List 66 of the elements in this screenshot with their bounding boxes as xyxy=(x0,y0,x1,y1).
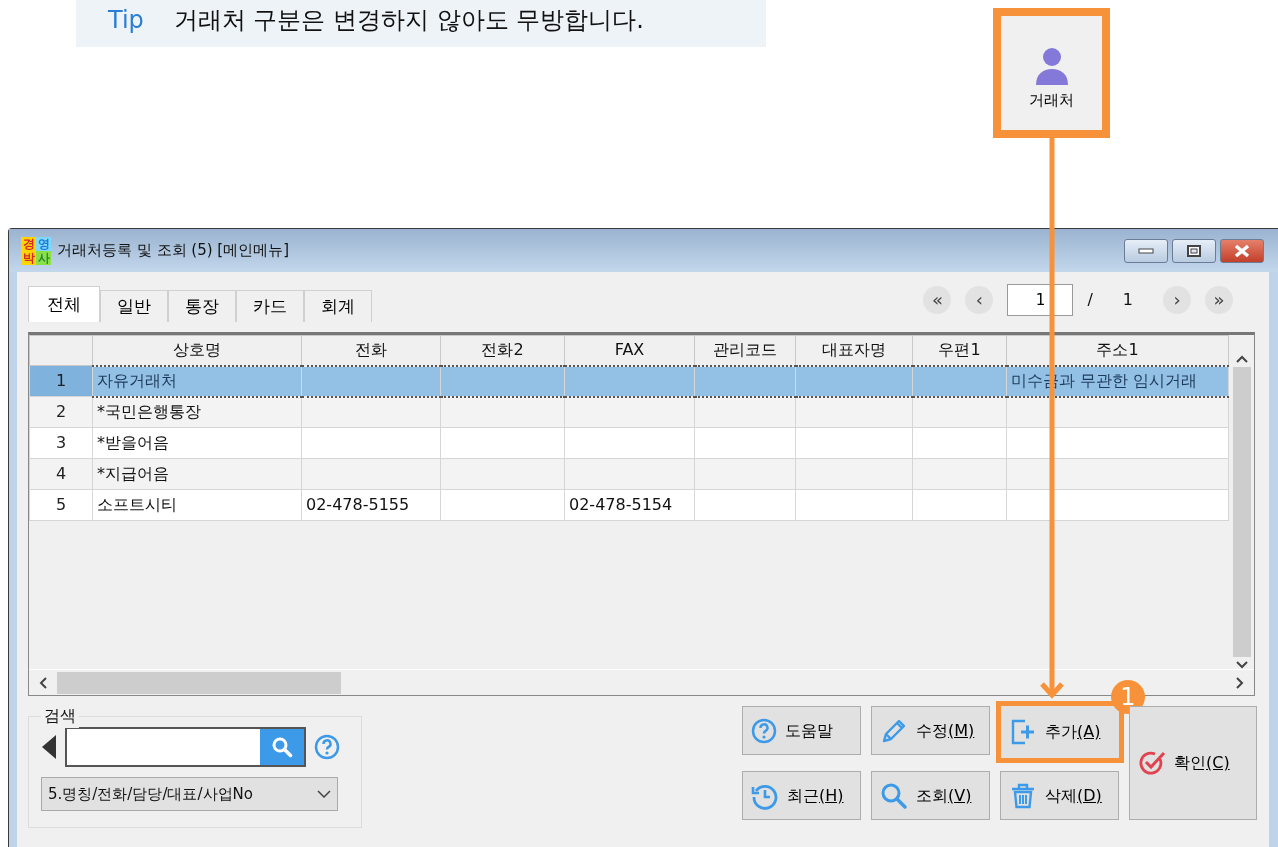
table-cell: *받을어음 xyxy=(97,433,169,452)
table-cell: *지급어음 xyxy=(97,464,169,483)
add-button[interactable]: 추가(A) xyxy=(996,701,1124,763)
tab[interactable]: 전체 xyxy=(28,286,100,322)
first-page-button[interactable]: « xyxy=(923,286,952,314)
page-number-field[interactable]: 1 xyxy=(1007,284,1074,316)
minimize-button[interactable] xyxy=(1124,238,1168,263)
scroll-down-icon[interactable] xyxy=(1235,661,1248,669)
edit-button[interactable]: 수정(M) xyxy=(871,706,990,755)
last-page-button[interactable]: » xyxy=(1205,286,1233,314)
help-icon xyxy=(751,717,777,744)
help-icon[interactable] xyxy=(314,734,340,760)
scroll-left-icon[interactable] xyxy=(39,676,47,689)
maximize-icon xyxy=(1187,244,1201,257)
row-number: 2 xyxy=(29,396,93,428)
column-header[interactable]: 우편1 xyxy=(912,335,1007,366)
delete-button[interactable]: 삭제(D) xyxy=(1000,771,1119,820)
search-icon xyxy=(880,781,908,810)
scroll-up-icon[interactable] xyxy=(1235,355,1248,363)
tab[interactable]: 카드 xyxy=(236,290,304,322)
minimize-icon xyxy=(1138,246,1154,255)
search-icon xyxy=(271,736,293,758)
tab[interactable]: 일반 xyxy=(100,290,168,322)
row-number: 5 xyxy=(29,489,93,521)
maximize-button[interactable] xyxy=(1172,238,1216,263)
trash-icon xyxy=(1009,781,1037,810)
chevron-down-icon xyxy=(317,790,331,798)
person-icon xyxy=(1034,47,1069,86)
tip-label: Tip xyxy=(108,6,144,34)
column-header[interactable]: FAX xyxy=(564,335,695,366)
next-page-button[interactable]: › xyxy=(1163,286,1191,314)
row-number: 3 xyxy=(29,427,93,459)
row-number: 4 xyxy=(29,458,93,490)
table-cell: 02-478-5154 xyxy=(569,495,673,514)
search-mode-dropdown[interactable]: 5.명칭/전화/담당/대표/사업No xyxy=(41,777,338,811)
tab[interactable]: 통장 xyxy=(168,290,236,322)
page-total: 1 xyxy=(1122,289,1133,311)
column-header[interactable]: 주소1 xyxy=(1006,335,1229,366)
check-circle-icon xyxy=(1138,749,1166,777)
help-button[interactable]: 도움말 xyxy=(742,706,861,755)
table-cell: 자유거래처 xyxy=(97,371,177,390)
confirm-button[interactable]: 확인(C) xyxy=(1129,706,1257,820)
window-title: 거래처등록 및 조회 (5) [메인메뉴] xyxy=(57,240,290,262)
search-button[interactable] xyxy=(260,729,304,765)
column-header[interactable]: 관리코드 xyxy=(694,335,796,366)
table-cell: 02-478-5155 xyxy=(306,495,410,514)
search-field[interactable] xyxy=(65,727,306,767)
client-toolbar-button[interactable]: 거래처 xyxy=(993,8,1110,138)
page-separator: / xyxy=(1087,289,1093,311)
scroll-right-icon[interactable] xyxy=(1236,676,1244,689)
search-button[interactable]: 조회(V) xyxy=(871,771,990,820)
add-icon xyxy=(1009,718,1037,746)
history-button[interactable]: 최근(H) xyxy=(742,771,861,820)
column-header[interactable]: 상호명 xyxy=(92,335,302,366)
row-number: 1 xyxy=(29,365,93,397)
column-header[interactable]: 전화2 xyxy=(440,335,565,366)
column-header[interactable]: 전화 xyxy=(301,335,441,366)
triangle-left-icon[interactable] xyxy=(41,734,57,760)
previous-page-button[interactable]: ‹ xyxy=(965,286,994,314)
tab[interactable]: 회계 xyxy=(304,290,372,322)
close-icon xyxy=(1234,243,1250,258)
column-header[interactable]: 대표자명 xyxy=(795,335,913,366)
table-cell: *국민은행통장 xyxy=(97,402,201,422)
tip-text: 거래처 구분은 변경하지 않아도 무방합니다. xyxy=(173,6,644,34)
close-button[interactable] xyxy=(1220,238,1264,263)
table-cell: 소프트시티 xyxy=(97,495,177,514)
